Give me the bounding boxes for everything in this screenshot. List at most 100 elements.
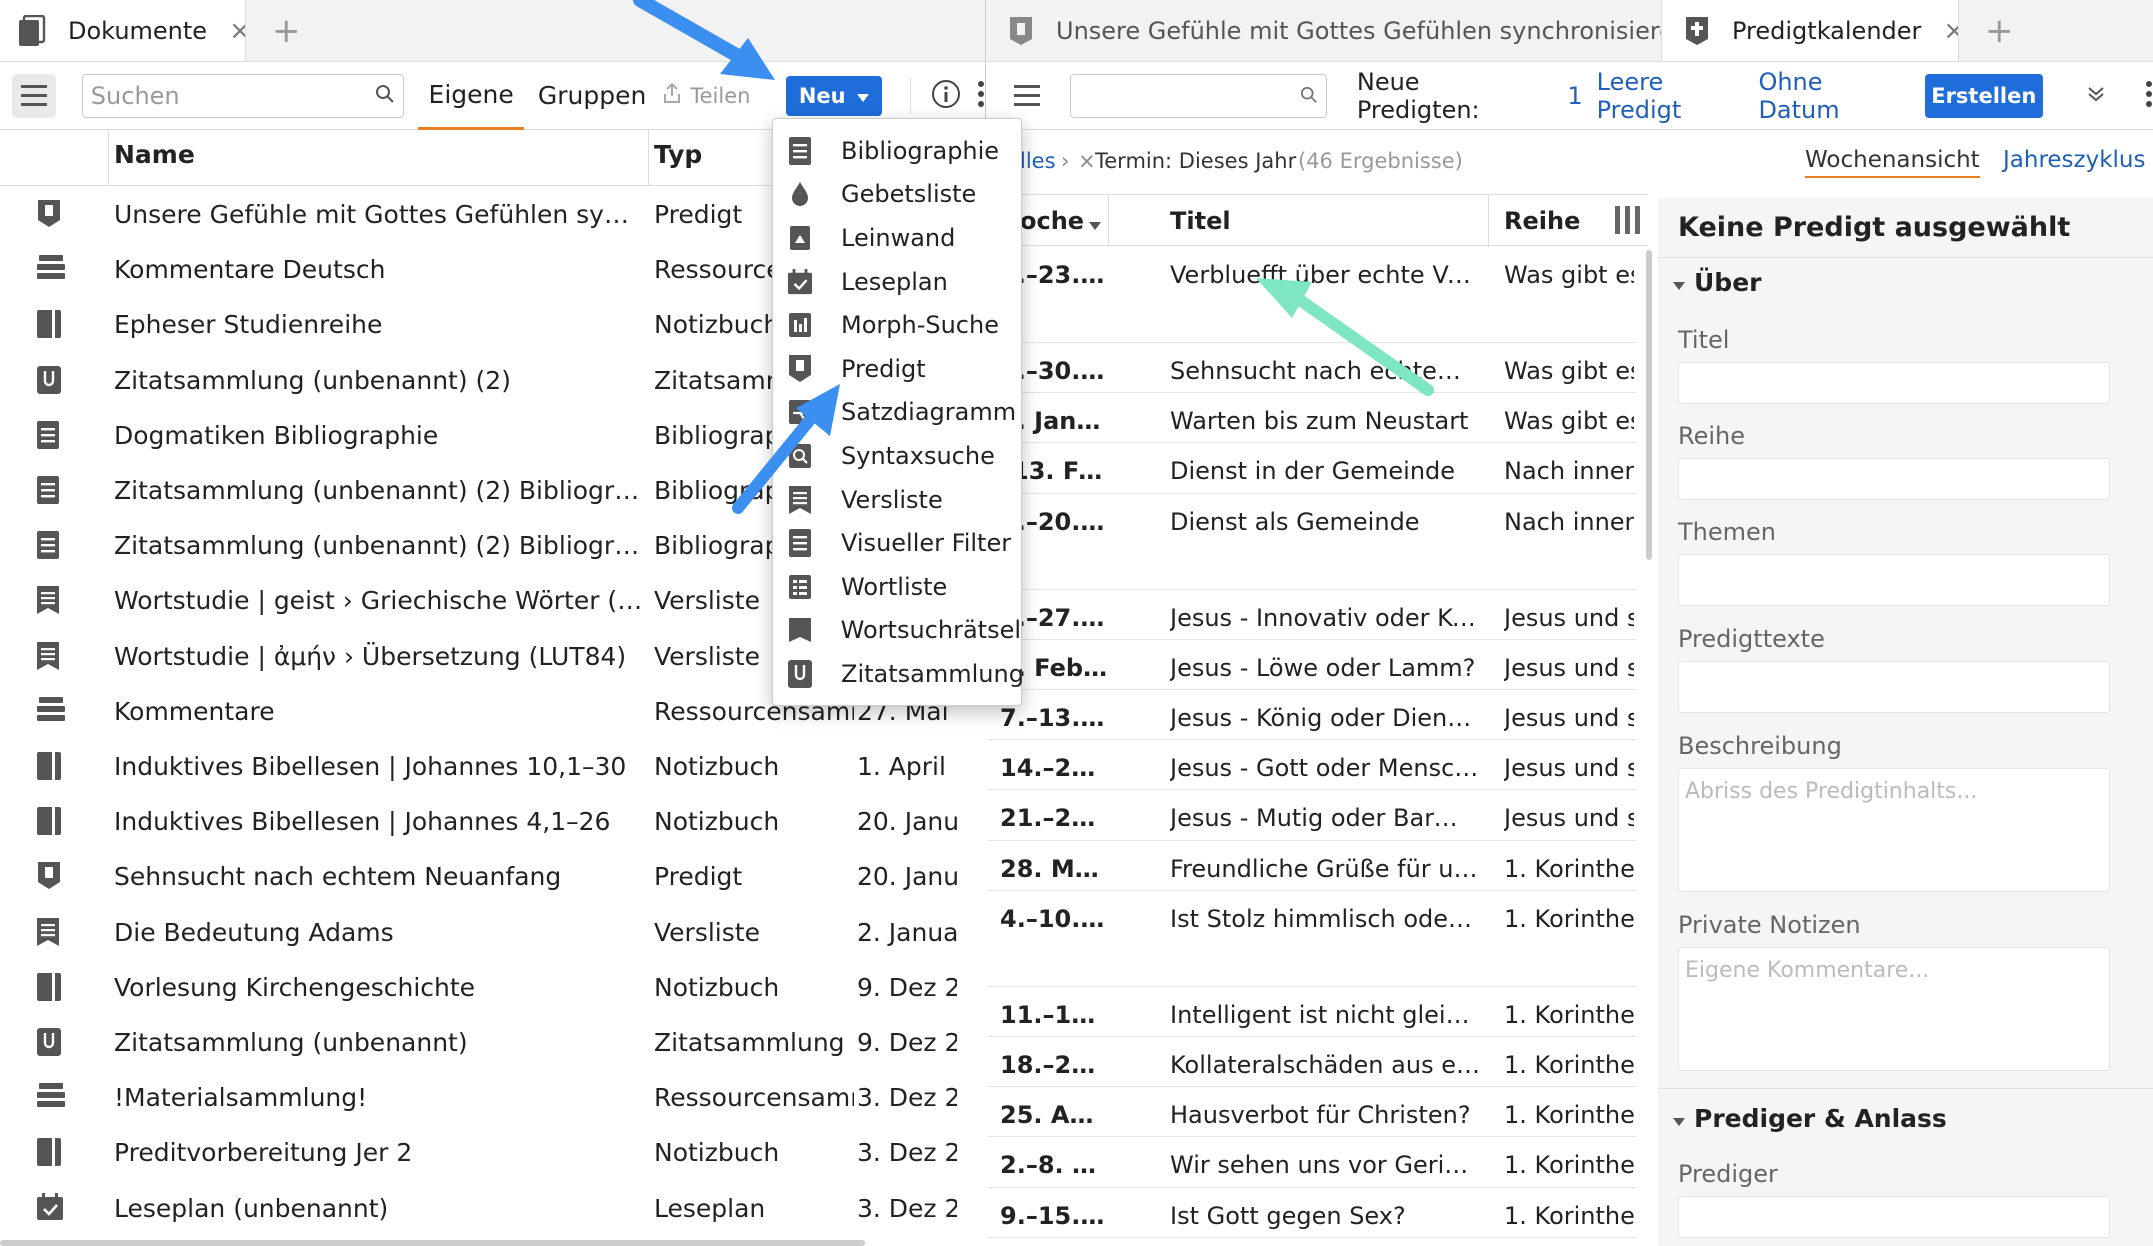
- sort-desc-icon[interactable]: [1088, 209, 1102, 237]
- title-field[interactable]: [1678, 362, 2110, 404]
- preacher-field[interactable]: [1678, 1196, 2110, 1238]
- search-input[interactable]: [90, 81, 376, 110]
- more-options-icon[interactable]: [2145, 80, 2153, 112]
- column-week[interactable]: oche: [1020, 207, 1084, 235]
- scrollbar[interactable]: [1646, 250, 1652, 560]
- menu-item[interactable]: Leinwand: [773, 216, 1021, 260]
- empty-sermon-link[interactable]: Leere Predigt: [1597, 68, 1749, 124]
- table-row[interactable]: Induktives Bibellesen | Johannes 10,1–30…: [0, 740, 985, 795]
- menu-item[interactable]: Leseplan: [773, 260, 1021, 304]
- table-row[interactable]: 28. Mär–3. Apr Freundliche Grüße für unfr…: [988, 841, 1636, 891]
- table-row[interactable]: Induktives Bibellesen | Johannes 4,1–26 N…: [0, 795, 985, 850]
- doc-type: Ressourcensammlung: [654, 1083, 854, 1113]
- breadcrumb-all[interactable]: lles: [1020, 149, 1056, 173]
- calendar-search[interactable]: [1070, 73, 1327, 118]
- menu-item[interactable]: Predigt: [773, 347, 1021, 391]
- table-row[interactable]: 25. Apr–1. Mai Hausverbot für Christen? 1.…: [988, 1087, 1636, 1138]
- new-label: Neu: [798, 83, 846, 108]
- table-row[interactable]: !Materialsammlung! Ressourcensammlung3. D…: [0, 1071, 985, 1126]
- doc-type: Notizbuch: [654, 807, 780, 837]
- year-cycle-toggle[interactable]: Jahreszyklus: [2003, 147, 2146, 173]
- add-tab-icon[interactable]: +: [1959, 0, 2040, 61]
- menu-item[interactable]: Morph-Suche: [773, 303, 1021, 347]
- section-about[interactable]: Über: [1694, 268, 1761, 297]
- tab-own[interactable]: Eigene: [418, 62, 524, 130]
- table-row[interactable]: Preditvorbereitung Jer 2 Notizbuch 3. Dez …: [0, 1126, 985, 1181]
- more-options-icon[interactable]: [977, 80, 985, 112]
- sermon-series: Was gibt es Neues?: [1504, 261, 1634, 289]
- search-icon[interactable]: [375, 82, 395, 110]
- menu-item[interactable]: Syntaxsuche: [773, 434, 1021, 478]
- new-document-menu: Bibliographie Gebetsliste Leinwand Leseplan…: [772, 118, 1024, 706]
- column-series[interactable]: Reihe: [1504, 207, 1580, 235]
- menu-item[interactable]: Gebetsliste: [773, 173, 1021, 217]
- collapse-icon[interactable]: [1672, 1112, 1686, 1131]
- table-row[interactable]: 1. Jan–6. FebWarten bis zum NeustartWas …: [988, 393, 1636, 444]
- menu-item[interactable]: Zitatsammlung: [773, 652, 1024, 696]
- share-button[interactable]: Teilen: [662, 82, 750, 109]
- tab-sermon-doc[interactable]: Unsere Gefühle mit Gottes Gefühlen synch…: [986, 0, 1662, 61]
- sermon-title: Dienst in der Gemeinde: [1170, 457, 1456, 486]
- table-row[interactable]: 4.–30. JanSehnsucht nach echtem Neuanfan…: [988, 343, 1636, 394]
- scrollbar[interactable]: [0, 1240, 865, 1246]
- column-chooser-icon[interactable]: [1614, 205, 1642, 241]
- collapse-icon[interactable]: [1672, 276, 1686, 295]
- table-row[interactable]: Zitatsammlung (unbenannt) Zitatsammlung 9.…: [0, 1016, 985, 1071]
- table-row[interactable]: 2.–8. Mai Wir sehen uns vor Gericht 1. Kor…: [988, 1137, 1636, 1188]
- series-field[interactable]: [1678, 458, 2110, 500]
- table-row[interactable]: 1.–27. FebJesus - Innovativ oder Konserv…: [988, 590, 1636, 640]
- week-view-toggle[interactable]: Wochenansicht: [1805, 147, 1980, 178]
- table-row[interactable]: 21.–27. Mär Jesus - Mutig oder Barmherzig…: [988, 790, 1636, 841]
- column-name[interactable]: Name: [114, 140, 195, 169]
- topics-field[interactable]: [1678, 554, 2110, 606]
- info-icon[interactable]: [931, 79, 961, 113]
- texts-field[interactable]: [1678, 661, 2110, 713]
- menu-item[interactable]: Visueller Filter: [773, 521, 1021, 565]
- menu-item[interactable]: Bibliographie: [773, 129, 1021, 173]
- add-tab-icon[interactable]: +: [246, 0, 327, 61]
- column-title[interactable]: Titel: [1170, 207, 1231, 235]
- table-row[interactable]: 18.–24. Apr Kollateralschäden aus eigenem…: [988, 1037, 1636, 1088]
- table-row[interactable]: 11.–17. Apr Intelligent ist nicht gleich …: [988, 987, 1636, 1037]
- sermon-title: Hausverbot für Christen?: [1170, 1101, 1471, 1130]
- tab-predigtkalender[interactable]: Predigtkalender ×: [1662, 0, 1959, 61]
- table-row[interactable]: 4.–10. Apr Ist Stolz himmlisch oder teufl…: [988, 891, 1636, 987]
- table-row[interactable]: 8. Feb–6. MärJesus - Löwe oder Lamm?Jesu…: [988, 640, 1636, 690]
- new-button[interactable]: Neu: [786, 75, 883, 116]
- no-date-link[interactable]: Ohne Datum: [1758, 68, 1904, 124]
- table-row[interactable]: 7.–23. JanVerbluefft über echte Veränder…: [988, 247, 1636, 343]
- column-type[interactable]: Typ: [654, 140, 702, 169]
- description-field[interactable]: Abriss des Predigtinhalts...: [1678, 768, 2110, 892]
- remove-filter-icon[interactable]: ×: [1078, 149, 1096, 173]
- table-row[interactable]: Leseplan (unbenannt) Leseplan 3. Dez 2018: [0, 1182, 985, 1237]
- table-row[interactable]: –13. Feb Dienst in der Gemeinde Nach innen…: [988, 443, 1636, 494]
- section-preacher[interactable]: Prediger & Anlass: [1694, 1104, 1947, 1133]
- series-label: Reihe: [1678, 422, 1746, 450]
- search-icon[interactable]: [1300, 82, 1318, 110]
- notes-field[interactable]: Eigene Kommentare...: [1678, 947, 2110, 1071]
- table-row[interactable]: Die Bedeutung Adams Versliste 2. Januar: [0, 906, 985, 961]
- table-row[interactable]: 4.–20. FebDienst als GemeindeNach innen …: [988, 494, 1636, 590]
- table-row[interactable]: Sehnsucht nach echtem Neuanfang Predigt 20…: [0, 850, 985, 905]
- table-row[interactable]: 9.–15. Mai Ist Gott gegen Sex? 1. Korinthe…: [988, 1188, 1636, 1238]
- sermon-count[interactable]: 1: [1567, 82, 1582, 110]
- menu-item[interactable]: Satzdiagramm: [773, 391, 1021, 435]
- create-button[interactable]: Erstellen: [1924, 73, 2043, 118]
- close-icon[interactable]: ×: [229, 16, 245, 46]
- menu-icon[interactable]: [1006, 74, 1048, 118]
- tab-groups[interactable]: Gruppen: [538, 81, 646, 110]
- menu-item[interactable]: Wortliste: [773, 565, 1021, 609]
- sermon-week: 11.–17. Apr: [1000, 1000, 1108, 1029]
- menu-icon[interactable]: [12, 73, 56, 118]
- menu-item[interactable]: Wortsuchrätsel: [773, 609, 1021, 653]
- tab-dokumente[interactable]: Dokumente ×: [0, 0, 246, 61]
- close-icon[interactable]: ×: [1943, 16, 1958, 46]
- table-row[interactable]: 7.–13. Mär Jesus - König oder Diener? Jesu…: [988, 690, 1636, 741]
- double-chevron-down-icon[interactable]: [2087, 85, 2105, 107]
- menu-item[interactable]: Versliste: [773, 478, 1021, 522]
- table-row[interactable]: Vorlesung Kirchengeschichte Notizbuch 9. D…: [0, 961, 985, 1016]
- prayer-list-icon: [787, 181, 813, 207]
- table-row[interactable]: 14.–20. Mär Jesus - Gott oder Mensch? Jesu…: [988, 740, 1636, 791]
- right-toolbar: Neue Predigten: 1 Leere Predigt Ohne Dat…: [985, 62, 2153, 130]
- doc-name: Zitatsammlung (unbenannt): [114, 1028, 468, 1057]
